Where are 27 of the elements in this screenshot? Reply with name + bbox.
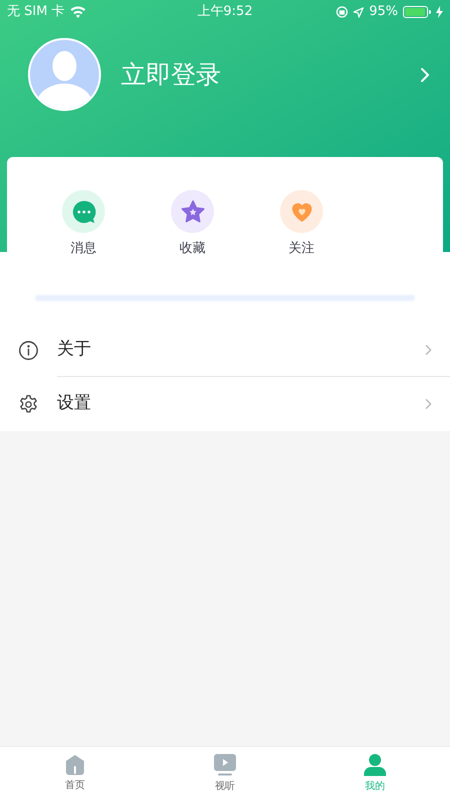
shortcut-label[interactable]: 关注 xyxy=(288,239,314,258)
wifi-icon xyxy=(70,6,86,18)
login-label: 立即登录 xyxy=(121,58,222,91)
clock-time: 上午9:52 xyxy=(197,3,253,22)
info-icon xyxy=(18,340,39,360)
user-icon xyxy=(363,753,387,777)
menu-label: 关于 xyxy=(57,338,92,361)
menu-row[interactable]: 关于 xyxy=(0,323,450,377)
shortcut-label[interactable]: 消息 xyxy=(70,239,96,258)
chevron-right-icon xyxy=(425,344,432,356)
tab[interactable]: 首页 xyxy=(0,747,150,800)
message-icon xyxy=(62,190,105,233)
video-icon xyxy=(213,753,237,777)
location-arrow-icon xyxy=(353,6,364,18)
tab[interactable]: 视听 xyxy=(150,747,300,800)
charging-bolt-icon xyxy=(436,6,443,18)
home-icon xyxy=(64,754,86,776)
shortcut-label[interactable]: 收藏 xyxy=(180,239,206,258)
chevron-right-icon xyxy=(420,66,430,82)
battery-icon xyxy=(402,6,431,18)
battery-percent: 95% xyxy=(369,3,398,22)
rotation-lock-icon xyxy=(336,6,348,18)
carrier-label: 无 SIM 卡 xyxy=(7,3,65,22)
menu-label: 设置 xyxy=(57,392,92,416)
settings-icon xyxy=(18,394,39,414)
chevron-right-icon xyxy=(425,398,432,410)
menu-row[interactable]: 设置 xyxy=(0,377,450,431)
